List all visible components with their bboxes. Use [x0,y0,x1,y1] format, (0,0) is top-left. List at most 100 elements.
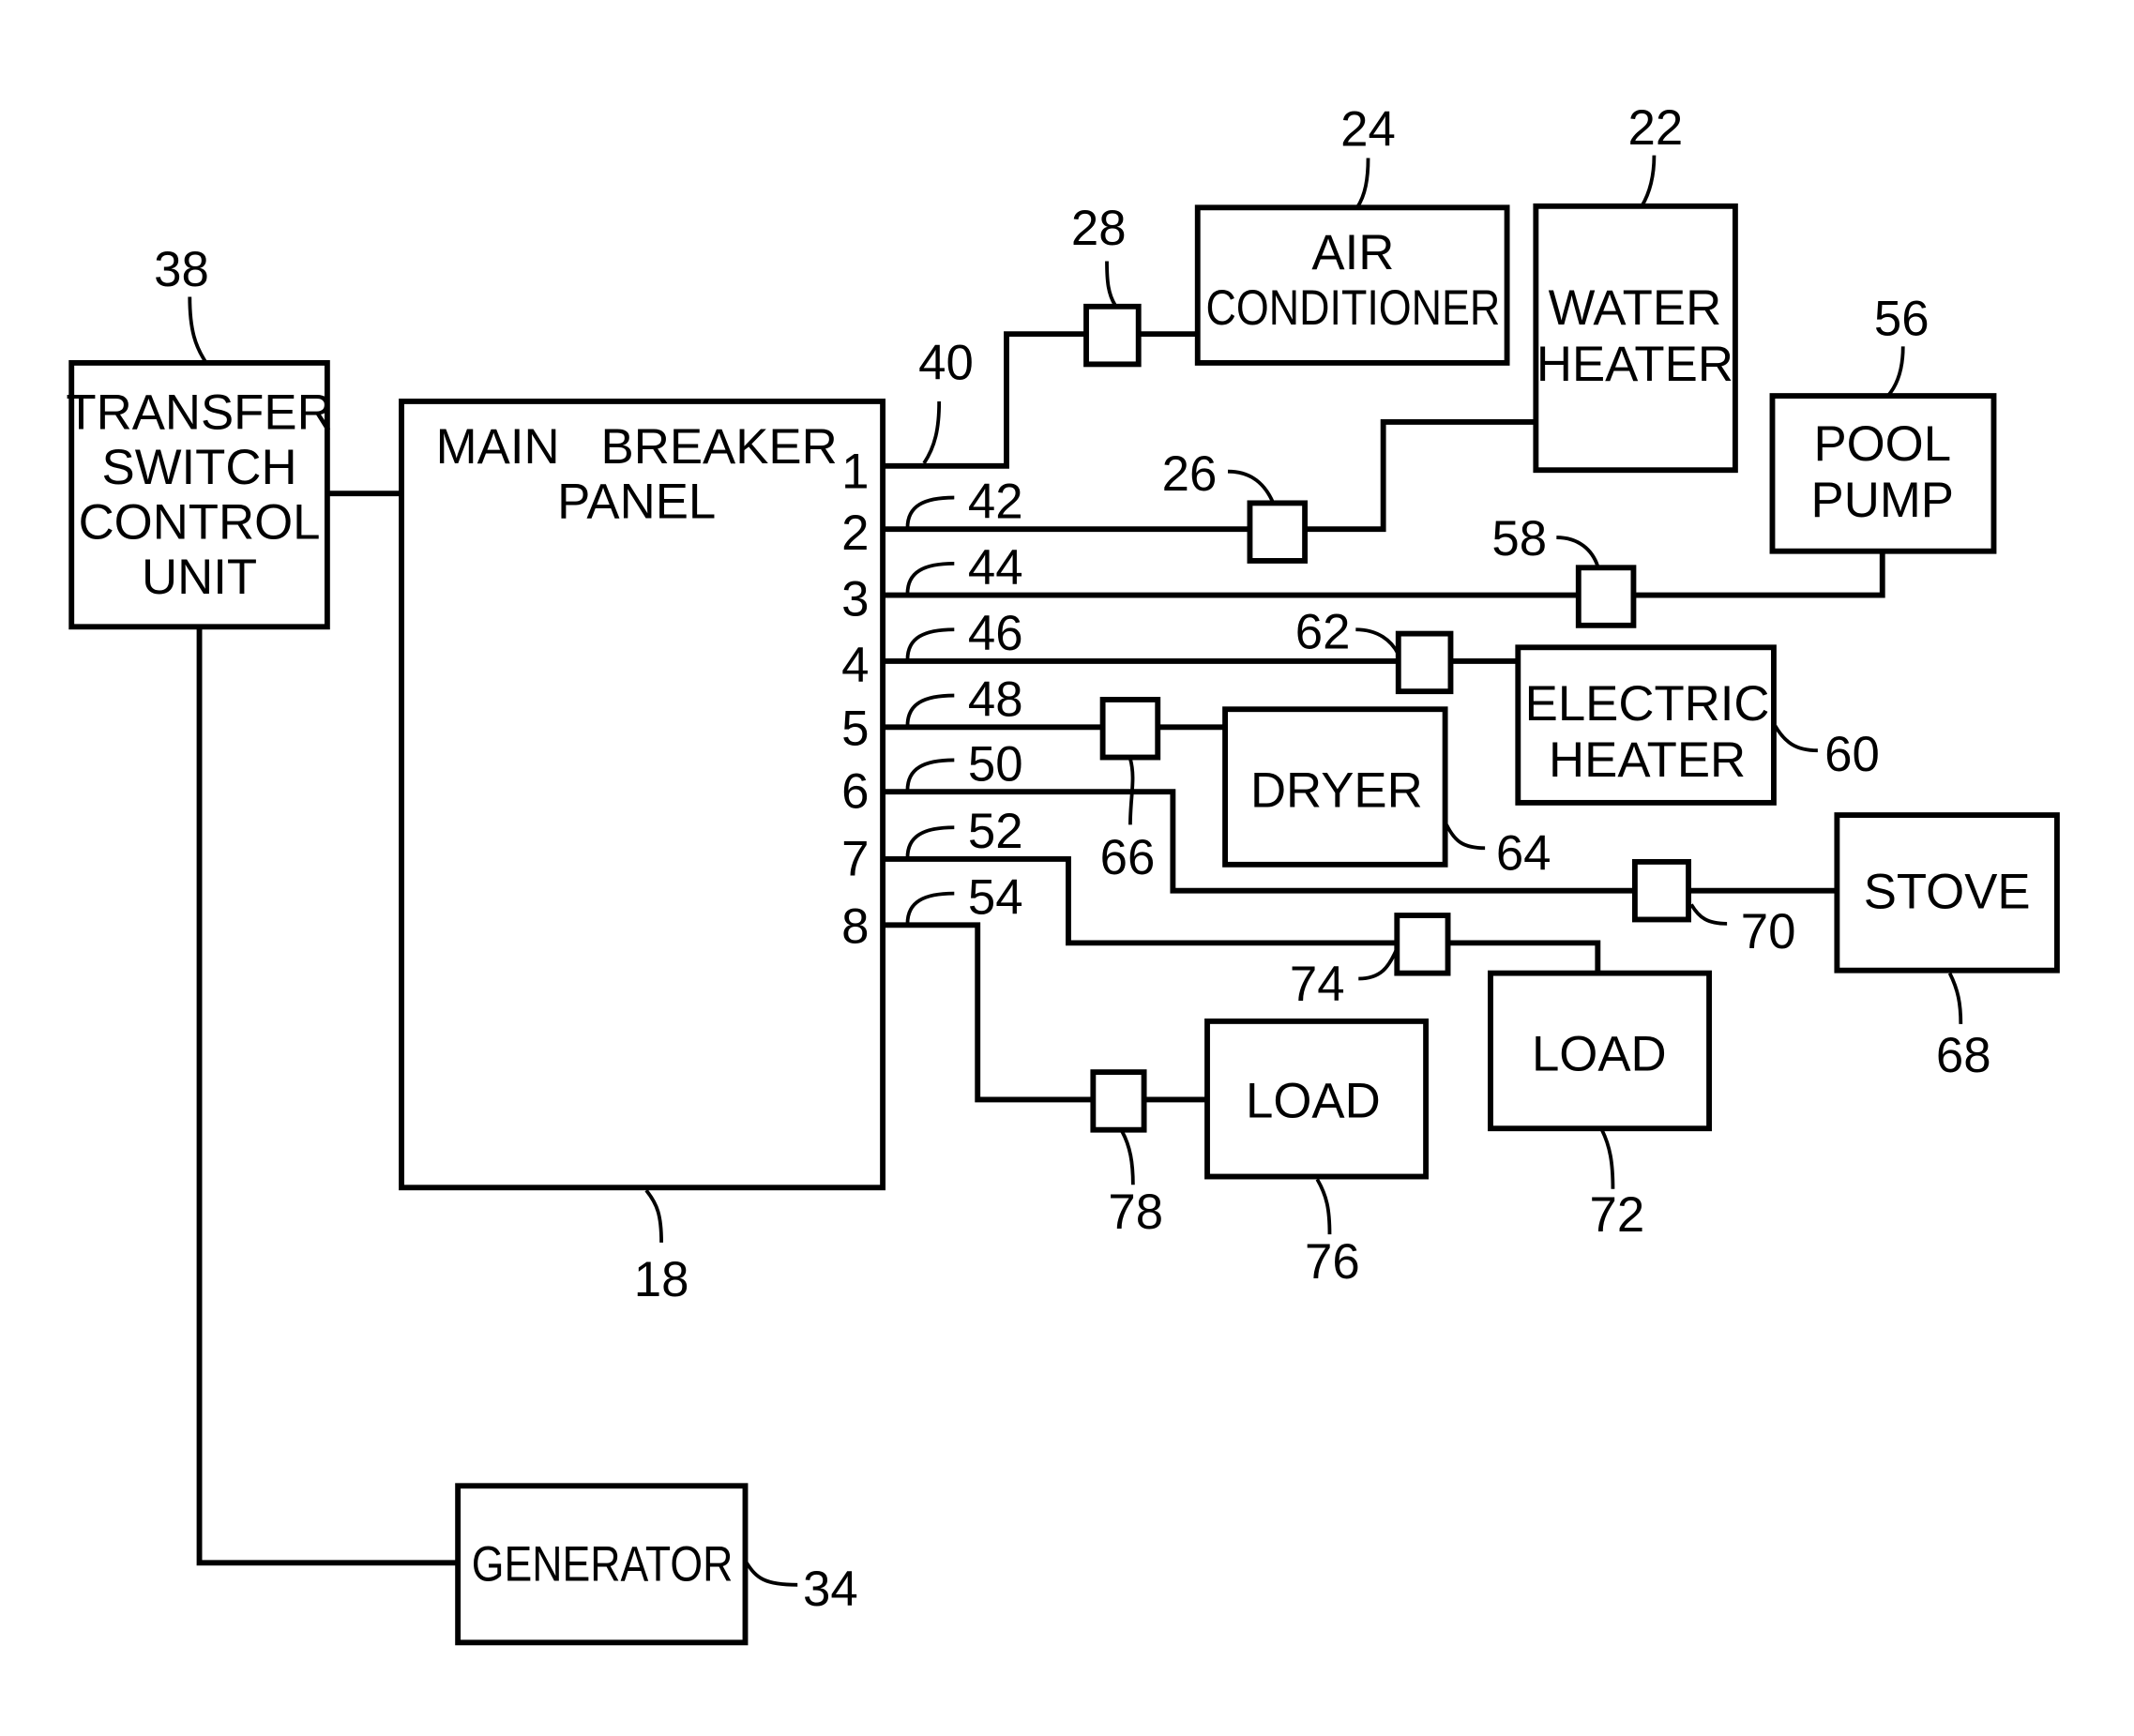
ref-leader-34 [745,1562,798,1587]
ref-leader-64 [1445,823,1486,851]
tscu-label-line-2: SWITCH [102,440,297,495]
ref-leader-76 [1315,1178,1332,1235]
ref-40: 40 [918,335,974,390]
tscu-label-line-3: CONTROL [79,495,321,551]
ref-24: 24 [1340,101,1396,157]
ref-68: 68 [1936,1028,1991,1083]
ref-leader-38 [188,296,208,364]
ref-72: 72 [1589,1187,1644,1243]
breaker-number-1: 1 [841,444,869,499]
breaker-number-7: 7 [841,832,869,887]
ref-66: 66 [1100,830,1156,885]
load-76-label: LOAD [1246,1074,1381,1129]
ref-76: 76 [1305,1234,1360,1290]
dryer-switch[interactable] [1099,697,1161,761]
wh-label-line-1: WATER [1549,280,1722,336]
ref-leader-56 [1886,346,1905,398]
ref-54: 54 [968,870,1023,926]
ref-leader-66 [1128,758,1135,825]
ref-leader-68 [1947,972,1963,1024]
ref-74: 74 [1290,957,1345,1012]
ac-switch[interactable] [1083,303,1142,368]
ref-38: 38 [154,242,209,297]
ref-62: 62 [1295,605,1351,660]
ref-44: 44 [968,540,1023,596]
panel-label-line-2: PANEL [557,475,716,530]
ref-48: 48 [968,672,1023,728]
ac-label-line-1: AIR [1311,225,1394,280]
ref-leader-58 [1556,536,1600,567]
wiring-diagram: TRANSFER SWITCH CONTROL UNIT 38 MAIN BRE… [66,100,2060,1646]
stove-switch[interactable] [1631,858,1691,923]
electric-heater-switch[interactable] [1395,630,1454,695]
breaker-number-4: 4 [841,638,869,693]
ref-50: 50 [968,736,1023,792]
ref-58: 58 [1491,511,1547,566]
breaker-number-3: 3 [841,572,869,627]
load-72-switch[interactable] [1394,913,1451,976]
air-conditioner[interactable]: AIR CONDITIONER [1194,204,1510,366]
breaker-number-5: 5 [841,701,869,756]
ref-leader-74 [1358,947,1400,981]
pool-pump[interactable]: POOL PUMP [1769,393,1997,554]
ref-leader-78 [1120,1130,1135,1185]
wh-label-line-2: HEATER [1536,337,1733,392]
eh-label-line-2: HEATER [1549,732,1746,788]
wire-load72-switch-to-load [1445,940,1601,976]
transfer-switch-control-unit[interactable]: TRANSFER SWITCH CONTROL UNIT [66,359,333,630]
water-heater[interactable]: WATER HEATER [1533,203,1738,474]
ref-leader-60 [1773,724,1818,753]
wire-pp-switch-to-pp [1630,548,1885,598]
ref-leader-22 [1640,155,1657,207]
stove-label: STOVE [1864,865,2031,920]
ref-leader-42 [905,495,955,528]
main-breaker-panel[interactable]: MAIN BREAKER PANEL [399,399,886,1191]
electric-heater[interactable]: ELECTRIC HEATER [1515,644,1777,806]
ref-42: 42 [968,475,1023,530]
wire-circuit-40 [880,331,1089,469]
panel-label-line-1: MAIN BREAKER [436,419,838,475]
ref-34: 34 [803,1562,858,1617]
ref-60: 60 [1824,727,1880,782]
water-heater-switch[interactable] [1247,500,1309,564]
ref-70: 70 [1741,904,1796,959]
ref-leader-70 [1689,903,1728,926]
ref-leader-40 [922,400,942,464]
ref-56: 56 [1874,292,1930,347]
ref-leader-44 [905,561,955,595]
ref-leader-24 [1355,158,1370,209]
ref-leader-72 [1600,1128,1615,1189]
wire-circuit-54 [880,922,1097,1103]
ref-leader-18 [644,1188,663,1243]
load-72[interactable]: LOAD [1488,970,1712,1132]
breaker-number-8: 8 [841,898,869,954]
ref-leader-50 [905,758,955,791]
ref-leader-26 [1227,469,1276,505]
pp-label-line-2: PUMP [1811,473,1954,528]
ref-leader-46 [905,627,955,660]
eh-label-line-1: ELECTRIC [1525,676,1770,732]
generator-label: GENERATOR [472,1536,734,1592]
load-76[interactable]: LOAD [1204,1018,1430,1180]
ref-leader-52 [905,825,955,858]
ref-78: 78 [1108,1185,1163,1240]
stove[interactable]: STOVE [1834,812,2060,974]
tscu-label-line-1: TRANSFER [66,385,332,440]
pool-pump-switch[interactable] [1575,565,1637,628]
ref-26: 26 [1162,446,1218,502]
ac-label-line-2: CONDITIONER [1206,280,1501,336]
ref-46: 46 [968,606,1023,661]
pp-label-line-1: POOL [1813,416,1951,472]
ref-18: 18 [634,1252,689,1307]
dryer[interactable]: DRYER [1222,706,1448,868]
ref-leader-54 [905,891,955,924]
breaker-number-6: 6 [841,764,869,820]
dryer-label: DRYER [1250,762,1423,818]
ref-leader-28 [1105,261,1117,307]
breaker-number-2: 2 [841,506,869,561]
ref-leader-62 [1355,627,1400,656]
ref-52: 52 [968,804,1023,859]
load-76-switch[interactable] [1090,1069,1147,1133]
ref-leader-48 [905,693,955,726]
generator[interactable]: GENERATOR [455,1483,749,1646]
